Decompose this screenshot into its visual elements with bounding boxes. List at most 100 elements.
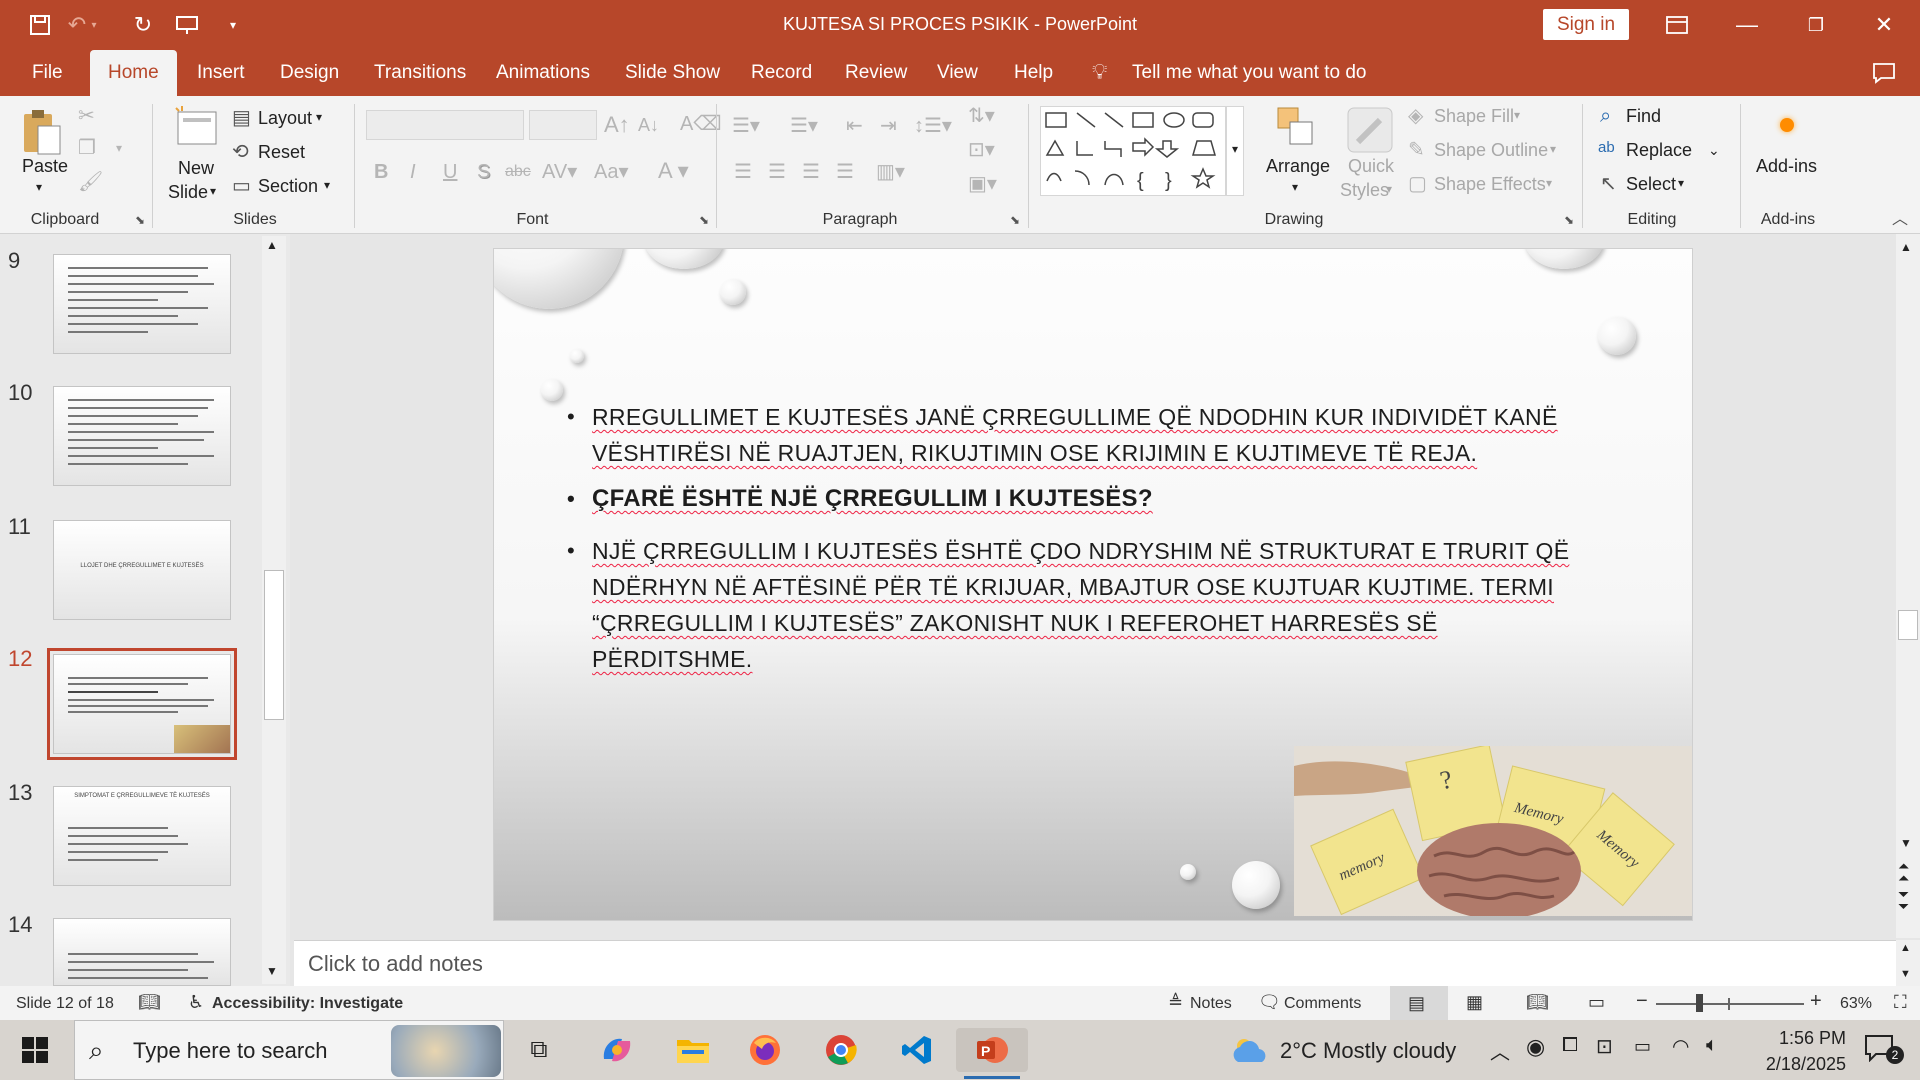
font-family-box[interactable]	[366, 110, 524, 140]
notes-icon[interactable]: ≜	[1168, 992, 1183, 1013]
save-icon[interactable]	[25, 10, 55, 40]
taskbar-search-placeholder[interactable]: Type here to search	[133, 1038, 327, 1064]
tab-animations[interactable]: Animations	[492, 50, 594, 96]
columns-icon[interactable]: ▥▾	[876, 162, 905, 182]
increase-indent-icon[interactable]: ⇥	[880, 116, 897, 136]
vscode-icon[interactable]	[894, 1028, 940, 1072]
tab-help[interactable]: Help	[1010, 50, 1057, 96]
new-slide-label[interactable]: New	[178, 158, 214, 179]
reading-view-icon[interactable]: 📖︎	[1526, 992, 1549, 1013]
comments-panel-icon[interactable]	[1872, 62, 1896, 89]
layout-dropdown-icon[interactable]: ▾	[316, 110, 322, 124]
powerpoint-taskbar-icon[interactable]: P	[956, 1028, 1028, 1072]
customize-toolbar-icon[interactable]: ▾	[218, 10, 248, 40]
paragraph-launcher-icon[interactable]: ⬊	[1010, 214, 1020, 226]
thumbnail-scroll-thumb[interactable]	[264, 570, 284, 720]
reset-icon[interactable]: ⟲	[232, 142, 249, 162]
comments-icon[interactable]: 🗨︎	[1258, 992, 1281, 1013]
paste-button[interactable]: Paste	[22, 156, 68, 177]
arrange-icon[interactable]	[1276, 106, 1320, 159]
cut-icon[interactable]: ✂	[78, 106, 95, 126]
shape-effects-icon[interactable]: ▢	[1408, 174, 1427, 194]
next-slide-icon[interactable]: ⏷ ⏷	[1898, 887, 1909, 913]
recording-indicator-icon[interactable]: ◉	[1526, 1034, 1545, 1060]
tab-insert[interactable]: Insert	[193, 50, 249, 96]
section-dropdown-icon[interactable]: ▾	[324, 178, 330, 192]
volume-icon[interactable]: 🔈︎	[1706, 1034, 1718, 1057]
strikethrough-icon[interactable]: abc	[505, 164, 531, 180]
shape-fill-icon[interactable]: ◈	[1408, 106, 1423, 126]
comments-button[interactable]: Comments	[1284, 995, 1361, 1013]
quick-styles-icon[interactable]	[1346, 106, 1394, 159]
shape-outline-dropdown-icon[interactable]: ▾	[1550, 142, 1556, 156]
notes-pane[interactable]: Click to add notes	[294, 940, 1896, 986]
accessibility-icon[interactable]: ♿︎	[188, 992, 204, 1013]
find-button[interactable]: Find	[1626, 106, 1661, 127]
font-color-icon[interactable]: A ▾	[658, 160, 689, 182]
close-icon[interactable]: ✕	[1869, 10, 1899, 40]
select-dropdown-icon[interactable]: ▾	[1678, 176, 1684, 190]
clipboard-launcher-icon[interactable]: ⬊	[135, 214, 145, 226]
italic-button[interactable]: I	[410, 162, 416, 182]
slide-thumbnail-13[interactable]: SIMPTOMAT E ÇRREGULLIMEVE TË KUJTESËS	[53, 786, 231, 886]
font-launcher-icon[interactable]: ⬊	[699, 214, 709, 226]
shadow-button[interactable]: S	[477, 162, 490, 182]
tab-view[interactable]: View	[933, 50, 982, 96]
layout-icon[interactable]: ▤	[232, 108, 251, 128]
decrease-indent-icon[interactable]: ⇤	[846, 116, 863, 136]
clock-date[interactable]: 2/18/2025	[1736, 1054, 1846, 1075]
fit-to-window-icon[interactable]: ⛶	[1894, 992, 1907, 1013]
align-right-icon[interactable]: ☰	[802, 162, 820, 182]
slide-thumbnail-9[interactable]	[53, 254, 231, 354]
tab-review[interactable]: Review	[841, 50, 911, 96]
drawing-launcher-icon[interactable]: ⬊	[1564, 214, 1574, 226]
restore-icon[interactable]: ❐	[1801, 10, 1831, 40]
add-ins-icon[interactable]	[1780, 118, 1794, 132]
slide-bullet-3[interactable]: NJË ÇRREGULLIM I KUJTESËS ËSHTË ÇDO NDRY…	[567, 533, 1572, 677]
slide-thumbnail-10[interactable]	[53, 386, 231, 486]
normal-view-button[interactable]: ▤	[1390, 986, 1448, 1020]
replace-icon[interactable]: ab	[1598, 140, 1615, 155]
slide-thumbnail-14[interactable]	[53, 918, 231, 986]
tab-design[interactable]: Design	[276, 50, 343, 96]
notes-placeholder[interactable]: Click to add notes	[308, 951, 483, 977]
section-icon[interactable]: ▭	[232, 176, 251, 196]
bullets-icon[interactable]: ☰▾	[732, 116, 760, 136]
chrome-icon[interactable]	[818, 1028, 864, 1072]
new-slide-icon[interactable]	[172, 106, 220, 150]
bold-button[interactable]: B	[374, 162, 388, 182]
tell-me-search[interactable]: Tell me what you want to do	[1128, 50, 1370, 96]
zoom-level[interactable]: 63%	[1840, 995, 1872, 1013]
character-spacing-icon[interactable]: AV▾	[542, 162, 577, 182]
shapes-more-icon[interactable]: ▾	[1226, 106, 1244, 196]
arrange-dropdown-icon[interactable]: ▾	[1292, 180, 1298, 194]
paste-icon[interactable]	[20, 106, 64, 158]
slide-show-view-icon[interactable]: ▭	[1588, 992, 1605, 1013]
capture-icon[interactable]: ⊡	[1596, 1034, 1613, 1059]
brain-memory-image[interactable]: ? Memory memory Memory	[1294, 746, 1692, 916]
select-icon[interactable]: ↖	[1600, 174, 1617, 194]
increase-font-size-icon[interactable]: A↑	[604, 114, 630, 136]
shape-fill-dropdown-icon[interactable]: ▾	[1514, 108, 1520, 122]
undo-dropdown-icon[interactable]: ▾	[86, 10, 102, 40]
meet-now-icon[interactable]: ⧠	[1562, 1034, 1578, 1057]
shape-effects-dropdown-icon[interactable]: ▾	[1546, 176, 1552, 190]
copilot-icon[interactable]	[594, 1028, 640, 1072]
tab-transitions[interactable]: Transitions	[370, 50, 470, 96]
tab-slide-show[interactable]: Slide Show	[621, 50, 724, 96]
tab-record[interactable]: Record	[747, 50, 816, 96]
notes-scrollbar[interactable]: ▲ ▼	[1896, 940, 1920, 986]
file-explorer-icon[interactable]	[670, 1028, 716, 1072]
notes-scroll-up-icon[interactable]: ▲	[1900, 942, 1911, 954]
scroll-up-arrow-icon[interactable]: ▲	[266, 238, 278, 252]
replace-button[interactable]: Replace	[1626, 140, 1692, 161]
shape-fill-button[interactable]: Shape Fill	[1434, 106, 1514, 127]
spelling-check-icon[interactable]: 📖︎	[138, 992, 161, 1013]
slide-scroll-thumb[interactable]	[1898, 610, 1918, 640]
slide-counter[interactable]: Slide 12 of 18	[16, 995, 114, 1013]
clock-time[interactable]: 1:56 PM	[1736, 1028, 1846, 1049]
present-from-start-icon[interactable]	[172, 10, 202, 40]
previous-slide-icon[interactable]: ⏶ ⏶	[1898, 859, 1909, 885]
copy-dropdown-icon[interactable]: ▾	[116, 142, 122, 154]
editing-collapse-icon[interactable]: ⌄	[1708, 142, 1720, 159]
